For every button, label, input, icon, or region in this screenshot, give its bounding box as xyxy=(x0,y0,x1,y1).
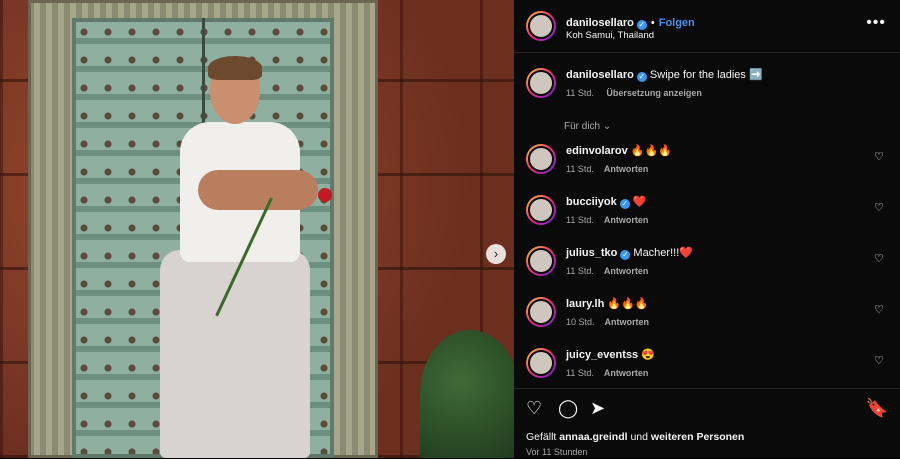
comment-row: bucciiyok ✓ ❤️ 11 Std. Antworten ♡ xyxy=(522,193,892,237)
comment-like-heart-icon[interactable]: ♡ xyxy=(874,305,884,316)
comment-username[interactable]: laury.lh xyxy=(566,298,604,310)
post-image[interactable]: › xyxy=(0,0,514,458)
like-heart-icon[interactable]: ♡ xyxy=(526,399,542,417)
comment-meta: 10 Std. Antworten xyxy=(566,317,659,327)
caption-avatar[interactable] xyxy=(526,68,556,98)
likes-line: Gefällt annaa.greindl und weiteren Perso… xyxy=(526,431,744,443)
comment-like-heart-icon[interactable]: ♡ xyxy=(874,152,884,163)
caption: danilosellaro ✓ Swipe for the ladies ➡️ 1… xyxy=(522,66,892,110)
rose xyxy=(318,188,332,202)
person xyxy=(150,56,340,458)
comment-time: 11 Std. xyxy=(566,368,594,378)
comment-like-heart-icon[interactable]: ♡ xyxy=(874,203,884,214)
comment-text: edinvolarov 🔥🔥🔥 xyxy=(566,144,672,157)
comment-like-heart-icon[interactable]: ♡ xyxy=(874,254,884,265)
bookmark-icon[interactable]: 🔖 xyxy=(866,399,888,417)
caption-body: Swipe for the ladies ➡️ xyxy=(649,69,763,81)
author-username[interactable]: danilosellaro xyxy=(566,17,634,29)
comment-time: 10 Std. xyxy=(566,317,595,327)
likes-user[interactable]: annaa.greindl xyxy=(559,431,627,443)
caption-time: 11 Std. xyxy=(566,88,594,98)
post-panel: danilosellaro ✓ • Folgen Koh Samui, Thailan… xyxy=(514,0,900,458)
commenter-avatar[interactable] xyxy=(526,246,556,276)
verified-icon: ✓ xyxy=(619,199,630,209)
reply-button[interactable]: Antworten xyxy=(604,266,649,276)
action-bar: ♡ ◯ ➤ 🔖 Gefällt annaa.greindl und weiter… xyxy=(514,388,900,459)
post-timestamp: Vor 11 Stunden xyxy=(526,447,588,457)
comment-row: juicy_eventss 😍 11 Std. Antworten ♡ xyxy=(522,346,892,390)
comment-row: edinvolarov 🔥🔥🔥 11 Std. Antworten ♡ xyxy=(522,142,892,186)
person-arm xyxy=(198,170,318,210)
comment-username[interactable]: julius_tko xyxy=(566,247,617,259)
reply-button[interactable]: Antworten xyxy=(604,215,649,225)
comment-time: 11 Std. xyxy=(566,164,594,174)
commenter-avatar[interactable] xyxy=(526,348,556,378)
caption-meta: 11 Std. Übersetzung anzeigen xyxy=(566,88,712,98)
likes-prefix: Gefällt xyxy=(526,431,557,443)
comment-time: 11 Std. xyxy=(566,266,594,276)
comment-text: bucciiyok ✓ ❤️ xyxy=(566,195,647,209)
verified-icon: ✓ xyxy=(636,72,647,82)
comment-meta: 11 Std. Antworten xyxy=(566,368,658,378)
comment-username[interactable]: bucciiyok xyxy=(566,196,617,208)
comment-row: laury.lh 🔥🔥🔥 10 Std. Antworten ♡ xyxy=(522,295,892,339)
commenter-avatar[interactable] xyxy=(526,297,556,327)
verified-icon: ✓ xyxy=(620,250,631,260)
verified-icon: ✓ xyxy=(636,20,647,30)
comment-meta: 11 Std. Antworten xyxy=(566,266,658,276)
comment-body: Macher!!!❤️ xyxy=(633,247,693,259)
comment-text: laury.lh 🔥🔥🔥 xyxy=(566,297,648,310)
next-image-button[interactable]: › xyxy=(486,244,506,264)
separator-dot: • xyxy=(650,17,655,29)
person-pants xyxy=(160,250,310,458)
comment-row: julius_tko ✓ Macher!!!❤️ 11 Std. Antworten ♡ xyxy=(522,244,892,288)
comment-body: 🔥🔥🔥 xyxy=(607,298,649,310)
more-options-icon[interactable]: ••• xyxy=(866,14,886,32)
author-avatar[interactable] xyxy=(526,11,556,41)
comment-time: 11 Std. xyxy=(566,215,594,225)
comment-like-heart-icon[interactable]: ♡ xyxy=(874,356,884,367)
caption-text: danilosellaro ✓ Swipe for the ladies ➡️ xyxy=(566,68,763,82)
post-header: danilosellaro ✓ • Folgen Koh Samui, Thailan… xyxy=(514,0,900,53)
caption-username[interactable]: danilosellaro xyxy=(566,69,634,81)
post-location[interactable]: Koh Samui, Thailand xyxy=(566,30,654,41)
reply-button[interactable]: Antworten xyxy=(604,164,649,174)
commenter-avatar[interactable] xyxy=(526,195,556,225)
comment-meta: 11 Std. Antworten xyxy=(566,215,658,225)
comment-text: julius_tko ✓ Macher!!!❤️ xyxy=(566,246,693,260)
comment-body: ❤️ xyxy=(632,196,647,208)
follow-button[interactable]: Folgen xyxy=(659,17,695,29)
plant xyxy=(420,330,514,458)
author-line: danilosellaro ✓ • Folgen xyxy=(566,13,695,31)
comment-body: 😍 xyxy=(641,349,655,361)
likes-mid: und xyxy=(630,431,648,443)
reply-button[interactable]: Antworten xyxy=(605,317,650,327)
comment-text: juicy_eventss 😍 xyxy=(566,348,655,361)
translate-button[interactable]: Übersetzung anzeigen xyxy=(606,88,702,98)
comment-meta: 11 Std. Antworten xyxy=(566,164,658,174)
comment-username[interactable]: edinvolarov xyxy=(566,145,628,157)
for-you-filter[interactable]: Für dich ⌄ xyxy=(564,121,611,132)
comment-username[interactable]: juicy_eventss xyxy=(566,349,638,361)
likes-others-link[interactable]: weiteren Personen xyxy=(651,431,744,443)
comment-body: 🔥🔥🔥 xyxy=(630,145,672,157)
reply-button[interactable]: Antworten xyxy=(604,368,649,378)
comment-bubble-icon[interactable]: ◯ xyxy=(558,399,578,417)
share-icon[interactable]: ➤ xyxy=(590,399,605,417)
commenter-avatar[interactable] xyxy=(526,144,556,174)
person-hair xyxy=(208,56,262,80)
